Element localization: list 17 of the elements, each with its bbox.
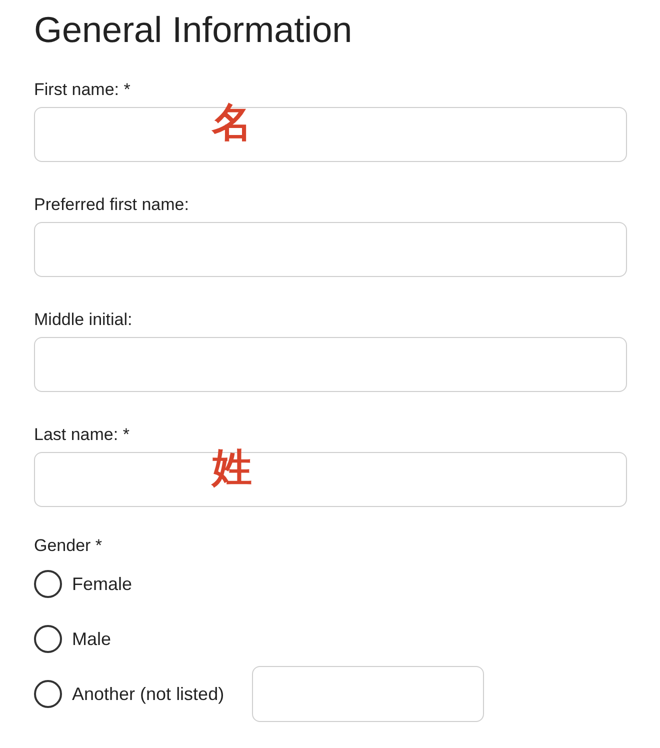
page-heading: General Information [34,8,352,52]
field-label: Gender * [34,536,102,556]
annotation-text: 姓 [212,444,252,492]
radio-button[interactable] [34,625,62,653]
radio-button[interactable] [34,570,62,598]
radio-button[interactable] [34,680,62,708]
field-label: First name: * [34,80,130,100]
annotation-text: 名 [212,99,252,147]
radio-label: Male [72,628,112,650]
input-field[interactable] [34,337,627,392]
field-label: Last name: * [34,425,130,445]
input-field[interactable] [34,222,627,277]
field-label: Middle initial: [34,310,132,330]
field-label: Preferred first name: [34,195,189,215]
input-field[interactable] [252,666,484,722]
radio-label: Female [72,573,132,595]
radio-label: Another (not listed) [72,683,224,705]
